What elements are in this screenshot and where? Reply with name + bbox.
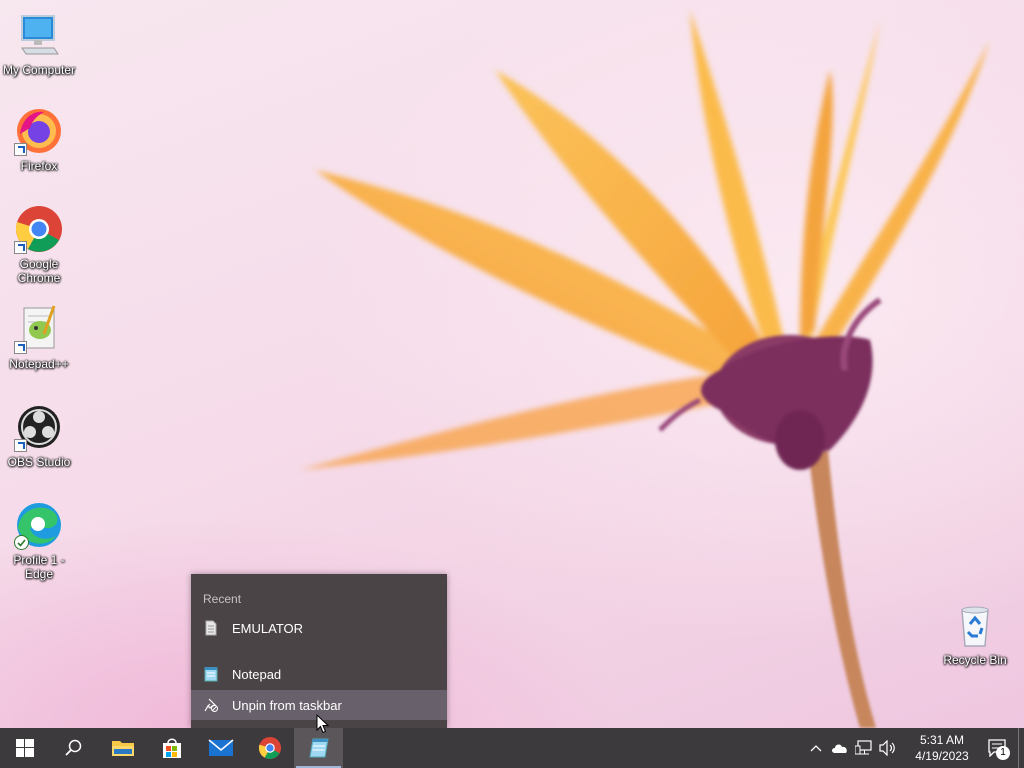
desktop-icon-my-computer[interactable]: My Computer [0, 10, 78, 77]
text-file-icon [203, 620, 219, 636]
sync-check-icon [14, 535, 29, 550]
clock-time: 5:31 AM [919, 733, 965, 747]
taskbar-notepad[interactable] [294, 728, 343, 768]
taskbar-microsoft-store[interactable] [147, 728, 196, 768]
speaker-icon [879, 740, 895, 756]
desktop-icon-label: Recycle Bin [943, 653, 1007, 667]
shortcut-arrow-icon [14, 341, 27, 354]
firefox-icon [14, 106, 64, 156]
shortcut-arrow-icon [14, 439, 27, 452]
recent-section-title: Recent [203, 592, 242, 606]
chevron-up-icon [810, 745, 822, 752]
desktop-icon-label: Profile 1 - Edge [13, 553, 65, 581]
network-button[interactable] [852, 728, 876, 768]
notepad-icon [203, 666, 219, 682]
mail-icon [208, 739, 233, 756]
desktop-icon-chrome[interactable]: Google Chrome [0, 204, 78, 285]
clock[interactable]: 5:31 AM 4/19/2023 [906, 732, 978, 764]
notification-badge: 1 [996, 746, 1010, 760]
microsoft-store-icon [162, 738, 181, 758]
show-hidden-icons-button[interactable] [804, 728, 828, 768]
desktop-icon-obs[interactable]: OBS Studio [0, 402, 78, 469]
obs-icon [14, 402, 64, 452]
file-explorer-icon [111, 741, 134, 756]
monitor-icon [14, 10, 64, 60]
taskbar-mail[interactable] [196, 728, 245, 768]
desktop-icon-label: OBS Studio [7, 455, 71, 469]
desktop-icon-label: My Computer [2, 63, 76, 77]
desktop-icon-recycle-bin[interactable]: Recycle Bin [936, 600, 1014, 667]
desktop-icon-label: Firefox [20, 159, 58, 173]
notepadpp-icon [14, 304, 64, 354]
chrome-icon [258, 736, 281, 760]
start-button[interactable] [0, 728, 49, 768]
wallpaper-flower [300, 10, 990, 728]
search-button[interactable] [49, 728, 98, 768]
shortcut-arrow-icon [14, 241, 27, 254]
edge-icon [14, 500, 64, 550]
start-icon [15, 739, 34, 757]
jump-list-item-emulator[interactable]: EMULATOR [191, 613, 447, 643]
jump-list-item-label: Notepad [232, 666, 282, 682]
jump-list-item-label: EMULATOR [232, 620, 304, 636]
desktop-icon-label: Notepad++ [9, 357, 69, 371]
notification-count: 1 [1000, 747, 1006, 758]
notification-center-button[interactable]: 1 [978, 728, 1018, 768]
system-tray: 5:31 AM 4/19/2023 1 [804, 728, 1024, 768]
desktop-icon-label: Google Chrome [17, 257, 61, 285]
unpin-icon [203, 697, 219, 713]
shortcut-arrow-icon [14, 143, 27, 156]
clock-date: 4/19/2023 [915, 749, 969, 763]
taskbar-file-explorer[interactable] [98, 728, 147, 768]
onedrive-cloud-icon [832, 744, 847, 753]
jump-list-item-notepad[interactable]: Notepad [191, 659, 447, 689]
onedrive-button[interactable] [828, 728, 852, 768]
desktop-icon-notepadpp[interactable]: Notepad++ [0, 304, 78, 371]
recycle-bin-icon [950, 600, 1000, 650]
jump-list-item-label: Unpin from taskbar [232, 697, 342, 713]
desktop-icon-firefox[interactable]: Firefox [0, 106, 78, 173]
desktop-icon-edge[interactable]: Profile 1 - Edge [0, 500, 78, 581]
show-desktop-button[interactable] [1018, 728, 1024, 768]
volume-button[interactable] [876, 728, 900, 768]
mouse-pointer-icon [316, 714, 330, 734]
taskbar-jump-list: Recent EMULATOR Notepad Unpin from taskb… [191, 574, 447, 728]
search-icon [64, 739, 81, 756]
chrome-icon [14, 204, 64, 254]
taskbar-chrome[interactable] [245, 728, 294, 768]
taskbar: 5:31 AM 4/19/2023 1 [0, 728, 1024, 768]
notepad-icon [308, 738, 329, 758]
network-icon [855, 740, 872, 755]
